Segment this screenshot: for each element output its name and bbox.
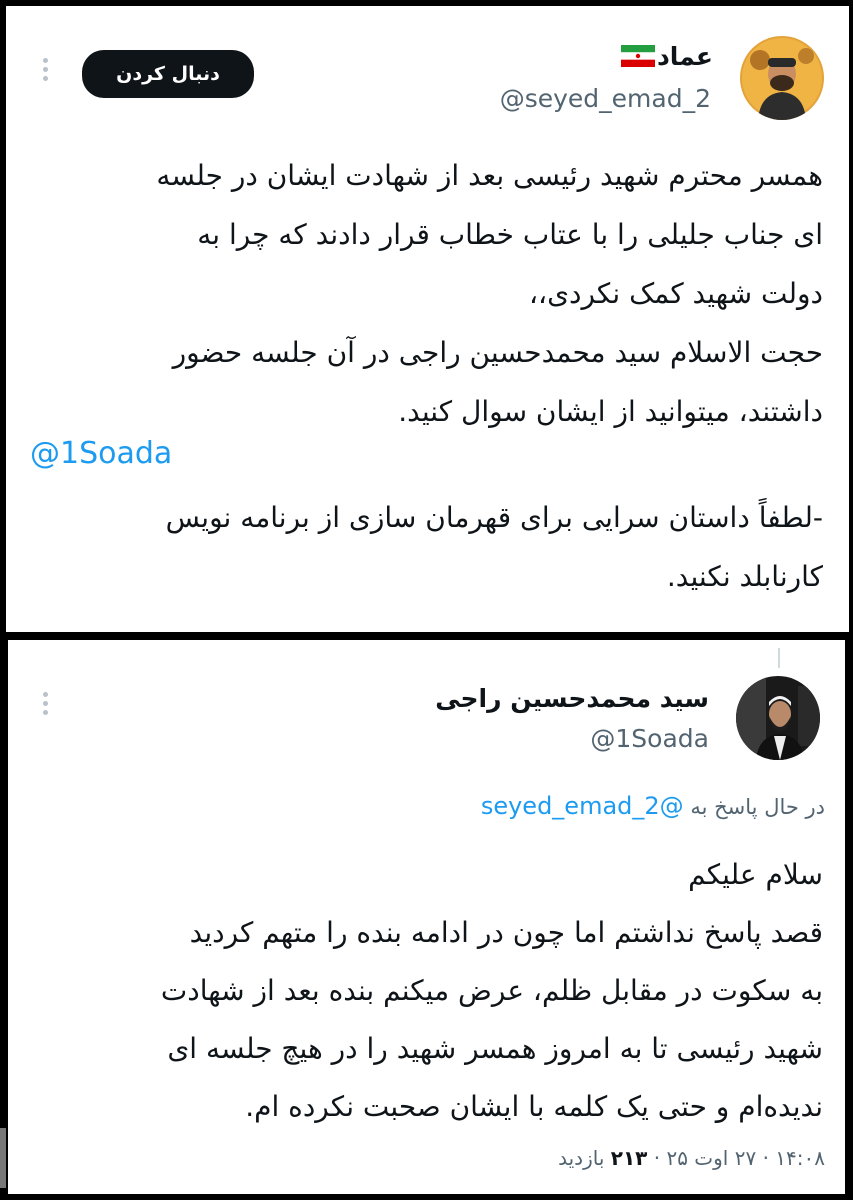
scrollbar[interactable] <box>0 1128 6 1188</box>
tweet-line: شهید رئیسی تا به امروز همسر شهید را در ه… <box>167 1032 823 1065</box>
more-vertical-icon[interactable] <box>40 58 50 85</box>
tweet-line: داشتند، میتوانید از ایشان سوال کنید. <box>398 395 823 428</box>
tweet-line: کارنابلد نکنید. <box>666 560 823 593</box>
views-label: بازدید <box>558 1146 605 1170</box>
tweet-date[interactable]: ۲۷ اوت ۲۵ <box>666 1146 756 1170</box>
tweet-text-continued: -لطفاً داستان سرایی برای قهرمان سازی از … <box>166 488 823 606</box>
tweet-line: به سکوت در مقابل ظلم، عرض میکنم بنده بعد… <box>160 974 823 1007</box>
tweet-text: سلام علیکم قصد پاسخ نداشتم اما چون در اد… <box>161 846 823 1136</box>
tweet-line: سلام علیکم <box>688 858 823 891</box>
tweet-line: ندیده‌ام و حتی یک کلمه با ایشان صحبت نکر… <box>245 1090 823 1123</box>
replying-to-handle[interactable]: @seyed_emad_2 <box>481 792 684 820</box>
tweet-line: دولت شهید کمک نکردی،، <box>529 277 823 310</box>
tweet-line: ای جناب جلیلی را با عتاب خطاب قرار دادند… <box>197 218 823 251</box>
tweet-line: -لطفاً داستان سرایی برای قهرمان سازی از … <box>165 501 823 534</box>
replying-to: در حال پاسخ به @seyed_emad_2 <box>481 792 825 820</box>
follow-button[interactable]: دنبال کردن <box>82 50 254 98</box>
user-handle[interactable]: @1Soada <box>590 724 709 753</box>
tweet-line: حجت الاسلام سید محمدحسین راجی در آن جلسه… <box>172 336 823 369</box>
thread-line <box>778 648 780 668</box>
display-name[interactable]: عماد <box>620 42 713 73</box>
tweet-meta: ۱۴:۰۸ · ۲۷ اوت ۲۵ · ۲۱۳ بازدید <box>558 1146 825 1170</box>
more-vertical-icon[interactable] <box>40 692 50 719</box>
avatar[interactable] <box>736 676 820 760</box>
tweet-line: همسر محترم شهید رئیسی بعد از شهادت ایشان… <box>156 159 823 192</box>
display-name[interactable]: سید محمدحسین راجی <box>435 684 709 713</box>
tweet-time[interactable]: ۱۴:۰۸ <box>775 1146 825 1170</box>
tweet-line: قصد پاسخ نداشتم اما چون در ادامه بنده را… <box>189 916 823 949</box>
tweet-card-main: عماد @seyed_emad_2 دنبال کردن همسر محترم… <box>6 6 849 632</box>
views-count: ۲۱۳ <box>610 1146 648 1170</box>
replying-prefix: در حال پاسخ به <box>690 795 825 819</box>
user-handle[interactable]: @seyed_emad_2 <box>500 84 711 113</box>
tweet-text: همسر محترم شهید رئیسی بعد از شهادت ایشان… <box>156 146 823 441</box>
iran-flag-icon <box>620 44 655 73</box>
mention-link[interactable]: @1Soada <box>30 434 172 474</box>
avatar[interactable] <box>740 36 824 120</box>
tweet-card-reply: سید محمدحسین راجی @1Soada در حال پاسخ به… <box>8 640 845 1194</box>
